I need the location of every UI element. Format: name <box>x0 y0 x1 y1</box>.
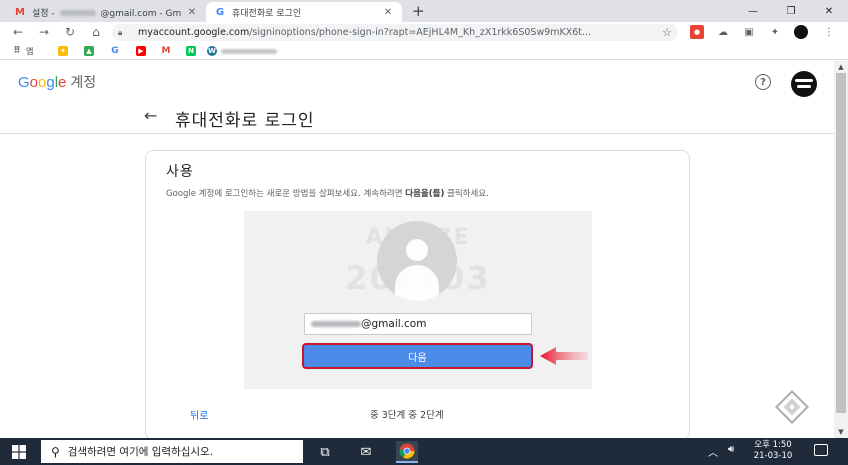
bookmark-drive[interactable]: ▲ <box>84 45 94 57</box>
youtube-icon: ▶ <box>136 46 146 56</box>
bookmark-naver[interactable]: N <box>186 45 196 57</box>
tab-gmail-settings[interactable]: M 설정 - @gmail.com - Gm ✕ <box>6 2 206 22</box>
browser-tab-strip: M 설정 - @gmail.com - Gm ✕ G 휴대전화로 로그인 ✕ +… <box>0 0 848 22</box>
home-icon[interactable]: ⌂ <box>88 24 104 40</box>
google-g-icon: G <box>111 46 119 56</box>
page-title: 휴대전화로 로그인 <box>175 111 315 131</box>
taskbar-search-input[interactable]: ⚲ 검색하려면 여기에 입력하십시오. <box>41 440 303 463</box>
logo-suffix: 계정 <box>70 74 97 90</box>
card-heading: 사용 <box>166 164 194 180</box>
bookmark-gmail[interactable]: M <box>161 45 171 57</box>
cloud-icon[interactable]: ☁ <box>716 25 730 39</box>
redacted-text <box>221 48 277 54</box>
sign-in-card: 사용 Google 계정에 로그인하는 새로운 방법을 살펴보세요. 계속하려면… <box>145 150 690 440</box>
search-icon: ⚲ <box>51 444 60 459</box>
close-icon[interactable]: ✕ <box>382 7 394 18</box>
minimize-button[interactable]: — <box>738 0 768 22</box>
profile-placeholder-icon <box>377 221 457 301</box>
gmail-icon: M <box>15 6 25 18</box>
screen: M 설정 - @gmail.com - Gm ✕ G 휴대전화로 로그인 ✕ +… <box>0 0 848 465</box>
tab-title: 휴대전화로 로그인 <box>232 8 302 19</box>
avatar[interactable] <box>791 71 817 97</box>
window-close-button[interactable]: ✕ <box>814 0 844 22</box>
search-placeholder: 검색하려면 여기에 입력하십시오. <box>67 446 214 458</box>
account-header: Google 계정 ? ← 휴대전화로 로그인 <box>0 61 834 134</box>
back-link[interactable]: 뒤로 <box>190 407 208 422</box>
taskbar-clock[interactable]: 오후 1:50 21-03-10 <box>750 440 796 462</box>
google-drive-icon: ▲ <box>84 46 94 56</box>
gmail-icon: M <box>161 46 171 56</box>
phone-preview-panel: ALLUZE 202103 @gmail.com 다음 <box>244 211 592 389</box>
page-content: Google 계정 ? ← 휴대전화로 로그인 사용 Google 계정에 로그인… <box>0 61 834 440</box>
redacted-text <box>59 10 96 16</box>
email-field[interactable]: @gmail.com <box>304 313 532 335</box>
bookmark-pinwheel[interactable]: ✦ <box>58 45 68 57</box>
forward-arrow-icon[interactable]: → <box>36 24 52 40</box>
task-view-icon[interactable]: ⧉ <box>314 441 336 463</box>
puzzle-icon[interactable]: ✦ <box>768 25 782 39</box>
bookmark-google[interactable]: G <box>110 45 120 57</box>
tab-title-prefix: 설정 - <box>32 8 55 19</box>
tab-phone-sign-in[interactable]: G 휴대전화로 로그인 ✕ <box>206 2 402 22</box>
back-arrow-icon[interactable]: ← <box>10 24 26 40</box>
redacted-text <box>311 321 361 327</box>
reload-icon[interactable]: ↻ <box>62 24 78 40</box>
clock-time: 오후 1:50 <box>754 440 792 450</box>
pinwheel-icon: ✦ <box>58 46 68 56</box>
step-indicator: 중 3단계 중 2단계 <box>370 410 444 421</box>
google-account-logo[interactable]: Google 계정 <box>18 72 96 92</box>
mail-icon[interactable]: ✉ <box>355 441 377 463</box>
chrome-icon[interactable] <box>396 441 418 463</box>
red-arrow-icon <box>540 347 588 365</box>
apps-grid-icon: ⠿ <box>13 46 21 56</box>
back-arrow-icon[interactable]: ← <box>144 106 157 125</box>
alluze-logo <box>775 390 809 424</box>
windows-start-icon[interactable] <box>12 445 26 459</box>
profile-avatar-icon[interactable] <box>794 25 808 39</box>
notification-icon[interactable] <box>814 444 828 456</box>
card-description: Google 계정에 로그인하는 새로운 방법을 살펴보세요. 계속하려면 다음… <box>166 189 489 199</box>
next-button[interactable]: 다음 <box>302 343 533 369</box>
wordpress-icon: W <box>207 46 217 56</box>
extension-icon[interactable]: ● <box>690 25 704 39</box>
media-icon[interactable]: ▣ <box>742 25 756 39</box>
bookmark-youtube[interactable]: ▶ <box>136 45 146 57</box>
chevron-up-icon[interactable]: ︿ <box>708 444 718 459</box>
close-icon[interactable]: ✕ <box>186 7 198 18</box>
email-suffix: @gmail.com <box>361 318 427 330</box>
new-tab-button[interactable]: + <box>412 2 425 20</box>
lock-icon: 🔒︎ <box>118 27 123 37</box>
help-icon[interactable]: ? <box>755 74 771 90</box>
address-bar[interactable]: 🔒︎ myaccount.google.com/signinoptions/ph… <box>112 24 678 41</box>
scroll-thumb[interactable] <box>836 73 846 413</box>
bookmark-star-icon[interactable]: ☆ <box>662 26 672 39</box>
url-host: myaccount.google.com <box>138 27 250 38</box>
bookmark-wordpress[interactable]: W <box>207 45 277 57</box>
windows-taskbar: ⚲ 검색하려면 여기에 입력하십시오. ⧉ ✉ ︿ 🔊︎ 오후 1:50 21-… <box>0 438 848 465</box>
restore-button[interactable]: ❐ <box>776 0 806 22</box>
volume-icon[interactable]: 🔊︎ <box>728 444 734 455</box>
vertical-scrollbar[interactable]: ▲ ▼ <box>834 61 848 438</box>
bookmark-apps[interactable]: ⠿ 앱 <box>12 45 33 57</box>
scroll-down-icon[interactable]: ▼ <box>834 426 848 438</box>
naver-icon: N <box>186 46 196 56</box>
url-path: /signinoptions/phone-sign-in?rapt=AEjHL4… <box>249 27 592 38</box>
bookmarks-bar: ⠿ 앱 ✦ ▲ G ▶ M N W <box>0 42 848 60</box>
google-icon: G <box>215 6 225 18</box>
tab-title-suffix: @gmail.com - Gm <box>100 8 182 19</box>
menu-dots-icon[interactable]: ⋮ <box>822 25 836 39</box>
browser-toolbar: ← → ↻ ⌂ 🔒︎ myaccount.google.com/signinop… <box>0 22 848 42</box>
clock-date: 21-03-10 <box>753 451 793 461</box>
scroll-up-icon[interactable]: ▲ <box>834 61 848 73</box>
